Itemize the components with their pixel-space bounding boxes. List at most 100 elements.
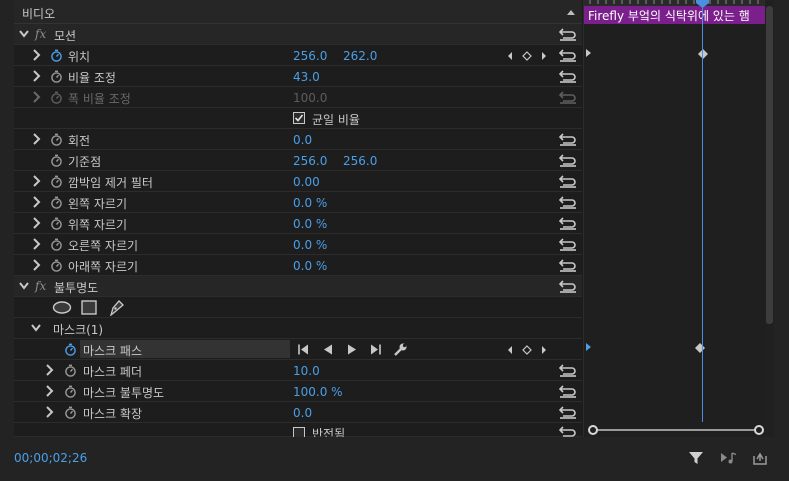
position-x-value[interactable]: 256.0 <box>293 49 327 63</box>
rotation-row[interactable]: 회전 0.0 <box>14 129 582 150</box>
reset-icon[interactable] <box>559 195 577 209</box>
mask-path-row[interactable]: 마스크 패스 <box>14 339 582 360</box>
crop-top-row[interactable]: 위쪽 자르기 0.0 % <box>14 213 582 234</box>
scrollbar-thumb[interactable] <box>766 6 773 324</box>
reset-icon[interactable] <box>559 27 577 41</box>
mask-opacity-row[interactable]: 마스크 불투명도 100.0 % <box>14 381 582 402</box>
clip-bar[interactable]: Firefly 부엌의 식탁위에 있는 햄 <box>584 6 766 24</box>
mask-path-keyframe-icon[interactable] <box>694 342 706 354</box>
chevron-right-icon[interactable] <box>30 174 42 188</box>
mask-inverted-checkbox[interactable] <box>293 427 305 437</box>
chevron-right-icon[interactable] <box>30 216 42 230</box>
reset-icon[interactable] <box>559 405 577 419</box>
uniform-scale-checkbox[interactable] <box>293 112 305 124</box>
keyframe-timeline[interactable]: Firefly 부엌의 식탁위에 있는 햄 <box>583 0 766 437</box>
chevron-down-icon[interactable] <box>18 27 30 41</box>
stopwatch-icon[interactable] <box>50 49 63 62</box>
collapse-up-icon[interactable] <box>566 8 576 16</box>
chevron-right-icon[interactable] <box>30 258 42 272</box>
mask-feather-value[interactable]: 10.0 <box>293 364 320 378</box>
crop-bottom-row[interactable]: 아래쪽 자르기 0.0 % <box>14 255 582 276</box>
rectangle-mask-icon[interactable] <box>81 300 97 315</box>
track-backward-icon[interactable] <box>322 343 334 356</box>
timeline-zoom-scrollbar[interactable] <box>588 424 764 436</box>
crop-left-value[interactable]: 0.0 % <box>293 196 327 210</box>
chevron-right-icon[interactable] <box>30 132 42 146</box>
reset-icon[interactable] <box>559 258 577 272</box>
reset-icon[interactable] <box>559 153 577 167</box>
playhead-marker-icon[interactable] <box>696 0 709 8</box>
motion-section-row[interactable]: fx 모션 <box>14 24 582 45</box>
rotation-value[interactable]: 0.0 <box>293 133 312 147</box>
timecode[interactable]: 00;00;02;26 <box>14 451 87 465</box>
reset-icon[interactable] <box>559 132 577 146</box>
stopwatch-icon[interactable] <box>50 133 63 146</box>
wrench-icon[interactable] <box>393 342 408 357</box>
reset-icon[interactable] <box>559 69 577 83</box>
stopwatch-icon[interactable] <box>50 175 63 188</box>
scale-row[interactable]: 비율 조정 43.0 <box>14 66 582 87</box>
reset-icon[interactable] <box>559 174 577 188</box>
zoom-handle-right[interactable] <box>754 425 764 435</box>
scale-value[interactable]: 43.0 <box>293 70 320 84</box>
antiflicker-value[interactable]: 0.00 <box>293 175 320 189</box>
crop-top-value[interactable]: 0.0 % <box>293 217 327 231</box>
crop-right-row[interactable]: 오른쪽 자르기 0.0 % <box>14 234 582 255</box>
chevron-right-icon[interactable] <box>30 237 42 251</box>
fx-icon[interactable]: fx <box>35 279 46 293</box>
stopwatch-icon[interactable] <box>50 238 63 251</box>
antiflicker-row[interactable]: 깜박임 제거 필터 0.00 <box>14 171 582 192</box>
playhead-line[interactable] <box>702 0 703 422</box>
opacity-section-row[interactable]: fx 불투명도 <box>14 276 582 297</box>
mask-feather-row[interactable]: 마스크 페더 10.0 <box>14 360 582 381</box>
chevron-right-icon[interactable] <box>43 363 55 377</box>
track-selected-backward-one-frame-icon[interactable] <box>297 343 311 356</box>
mask-row[interactable]: 마스크(1) <box>14 318 582 339</box>
position-keyframe-icon[interactable] <box>697 48 709 60</box>
stopwatch-icon[interactable] <box>50 217 63 230</box>
chevron-right-icon[interactable] <box>43 405 55 419</box>
ellipse-mask-icon[interactable] <box>52 301 72 314</box>
pen-mask-icon[interactable] <box>108 299 124 316</box>
reset-icon[interactable] <box>559 216 577 230</box>
stopwatch-icon[interactable] <box>50 70 63 83</box>
mask-opacity-value[interactable]: 100.0 % <box>293 385 343 399</box>
filter-icon[interactable] <box>688 450 704 466</box>
vertical-scrollbar[interactable] <box>765 0 774 437</box>
reset-icon[interactable] <box>559 425 577 437</box>
crop-right-value[interactable]: 0.0 % <box>293 238 327 252</box>
position-row[interactable]: 위치 256.0 262.0 <box>14 45 582 66</box>
anchor-y-value[interactable]: 256.0 <box>343 154 377 168</box>
stopwatch-icon[interactable] <box>64 343 77 356</box>
stopwatch-icon[interactable] <box>50 196 63 209</box>
keyframe-navigator[interactable] <box>505 343 549 357</box>
reset-icon[interactable] <box>559 237 577 251</box>
anchor-x-value[interactable]: 256.0 <box>293 154 327 168</box>
play-audio-icon[interactable] <box>720 451 738 465</box>
stopwatch-icon[interactable] <box>64 364 77 377</box>
crop-bottom-value[interactable]: 0.0 % <box>293 259 327 273</box>
export-icon[interactable] <box>752 450 768 466</box>
zoom-handle-left[interactable] <box>588 425 598 435</box>
position-y-value[interactable]: 262.0 <box>343 49 377 63</box>
anchor-row[interactable]: 기준점 256.0 256.0 <box>14 150 582 171</box>
reset-icon[interactable] <box>559 363 577 377</box>
chevron-right-icon[interactable] <box>30 69 42 83</box>
chevron-right-icon[interactable] <box>43 384 55 398</box>
fx-icon[interactable]: fx <box>35 27 46 41</box>
mask-inverted-row[interactable]: 반전됨 <box>14 423 582 437</box>
crop-left-row[interactable]: 왼쪽 자르기 0.0 % <box>14 192 582 213</box>
chevron-right-icon[interactable] <box>30 195 42 209</box>
track-selected-forward-one-frame-icon[interactable] <box>368 343 382 356</box>
reset-icon[interactable] <box>559 384 577 398</box>
track-forward-icon[interactable] <box>346 343 358 356</box>
mask-expansion-row[interactable]: 마스크 확장 0.0 <box>14 402 582 423</box>
reset-icon[interactable] <box>559 279 577 293</box>
mask-expansion-value[interactable]: 0.0 <box>293 406 312 420</box>
chevron-down-icon[interactable] <box>18 279 30 293</box>
reset-icon[interactable] <box>559 48 577 62</box>
stopwatch-icon[interactable] <box>64 406 77 419</box>
chevron-down-icon[interactable] <box>30 321 42 335</box>
keyframe-navigator[interactable] <box>505 49 549 63</box>
stopwatch-icon[interactable] <box>50 154 63 167</box>
